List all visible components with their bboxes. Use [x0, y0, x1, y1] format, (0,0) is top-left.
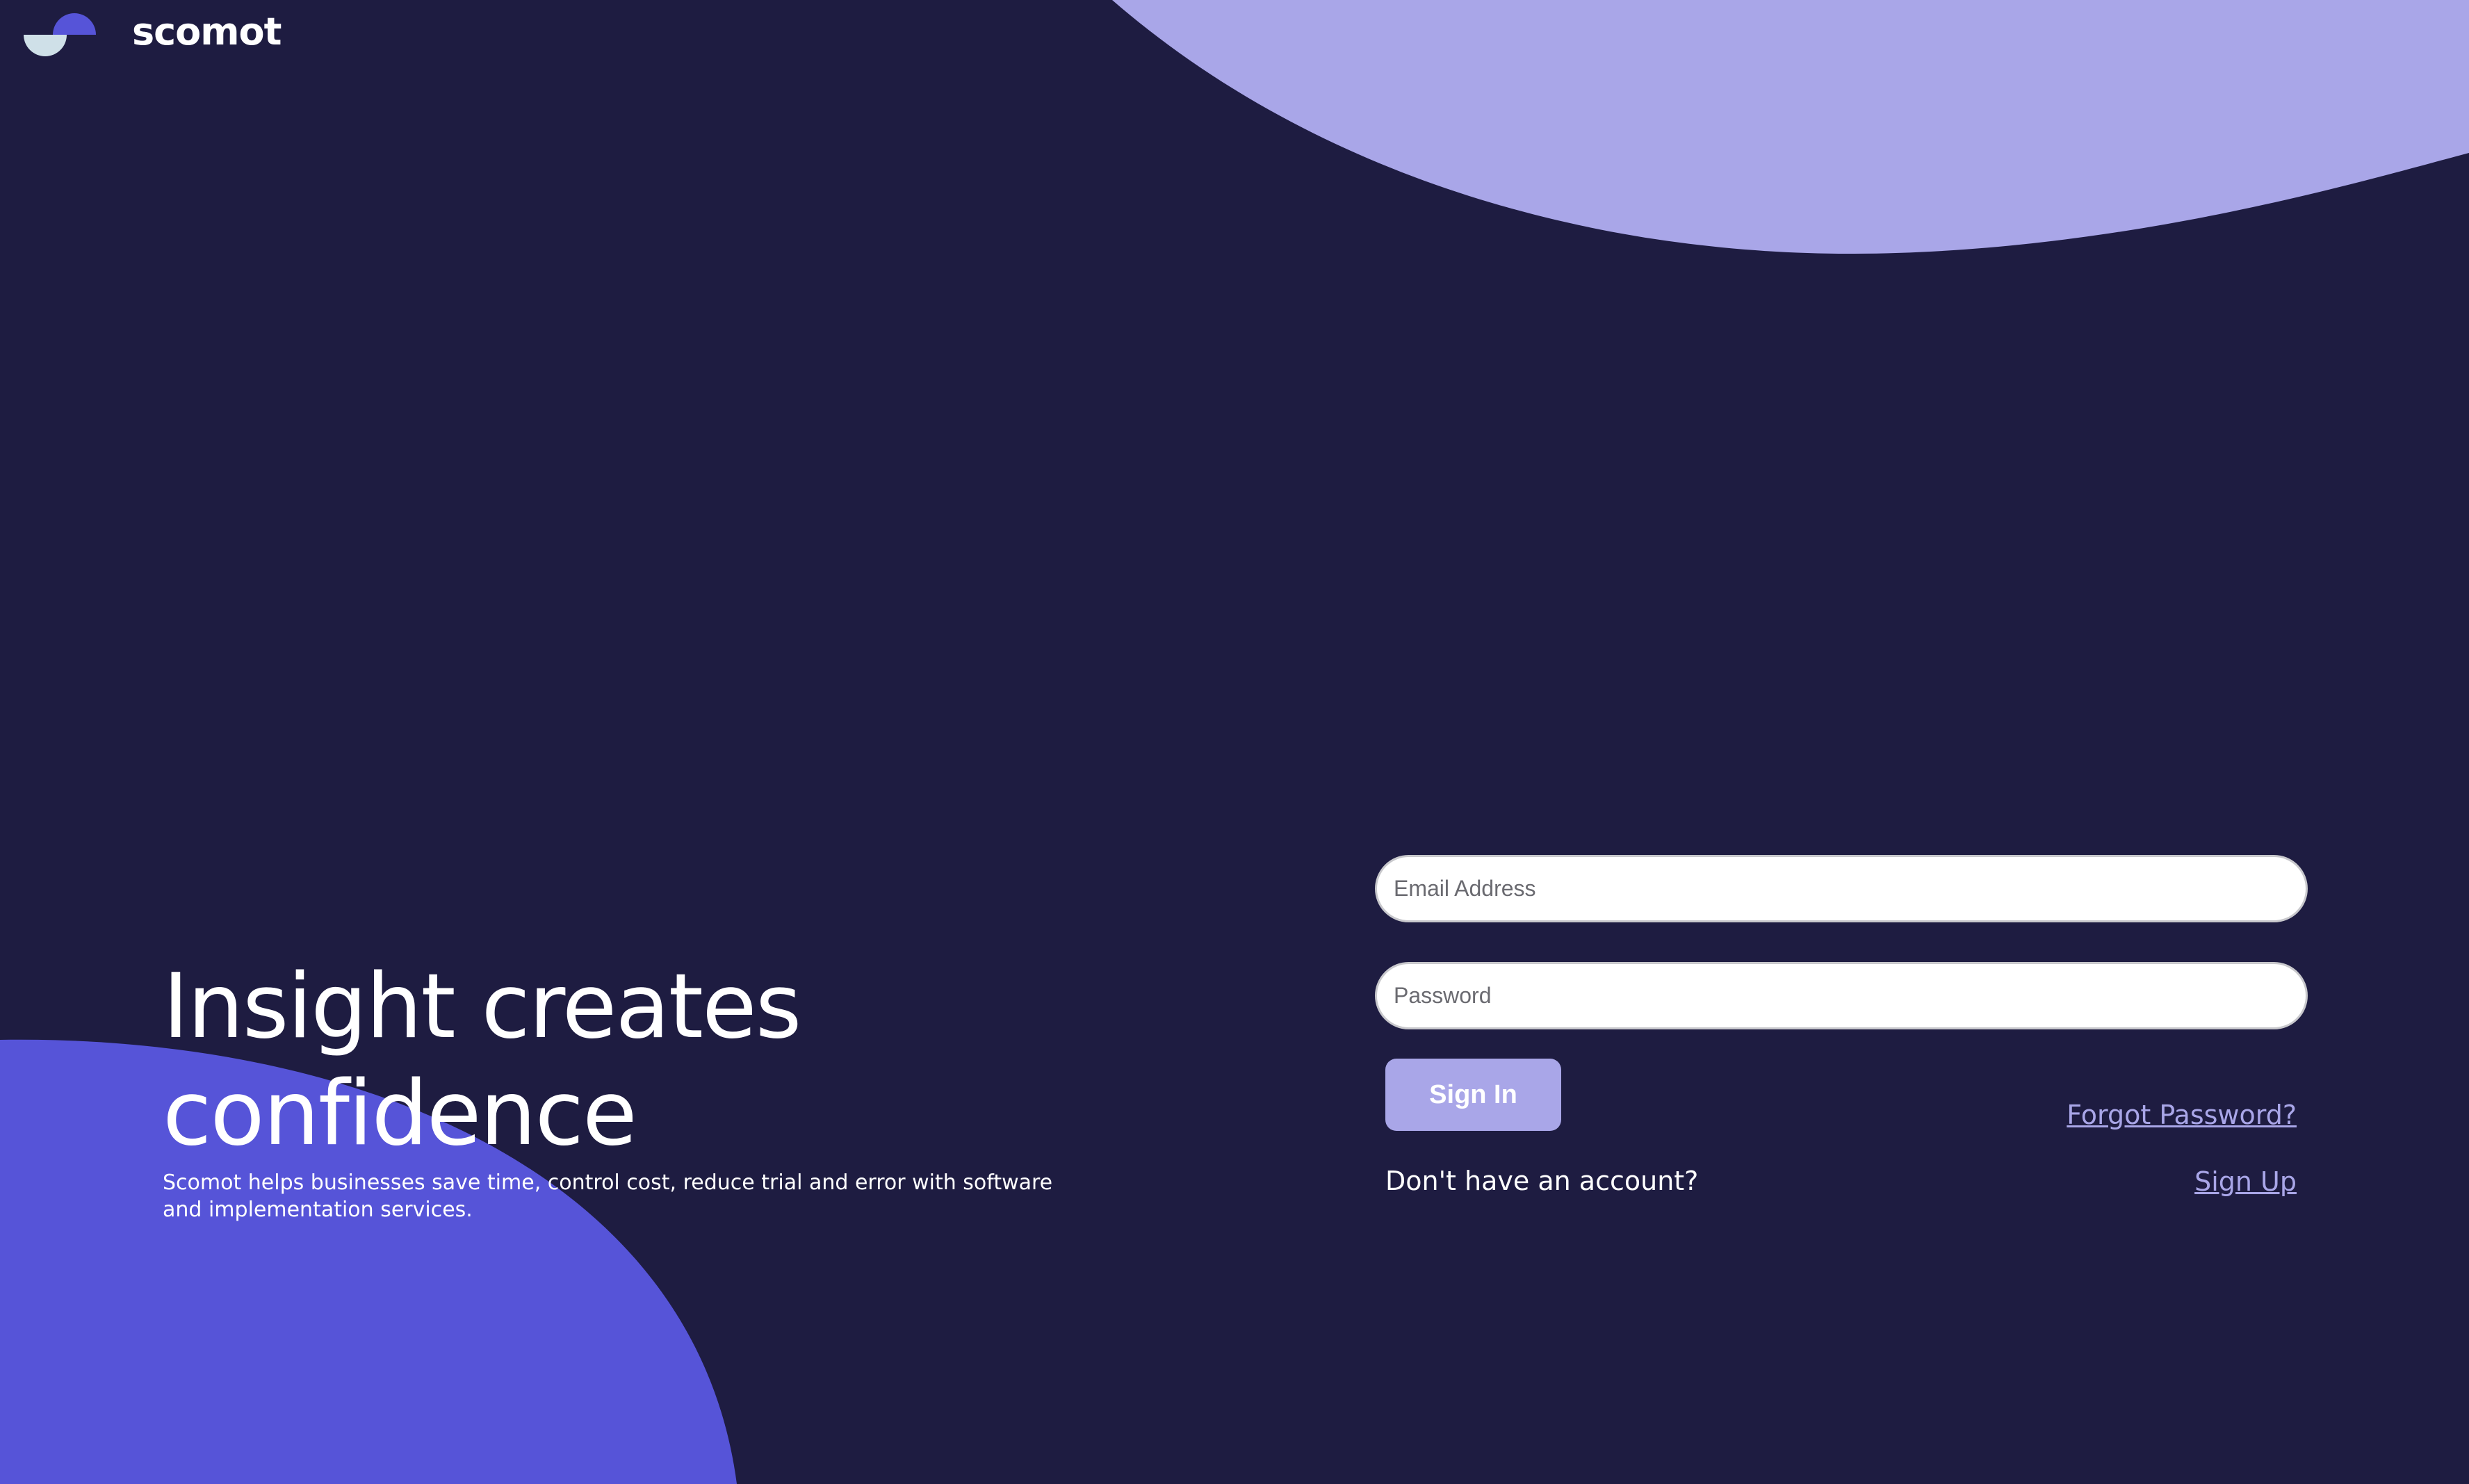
login-form: Sign In Forgot Password? Don't have an a…	[1375, 855, 2308, 1197]
sign-in-button[interactable]: Sign In	[1385, 1059, 1561, 1131]
hero-title: Insight creates confidence	[163, 955, 801, 1166]
sign-up-link[interactable]: Sign Up	[2194, 1166, 2297, 1197]
hero-section: Insight creates confidence Scomot helps …	[163, 954, 1136, 1223]
brand-name: scomot	[132, 10, 282, 54]
password-field[interactable]	[1375, 962, 2308, 1029]
top-right-blob	[1112, 0, 2469, 254]
forgot-password-link[interactable]: Forgot Password?	[2067, 1100, 2297, 1130]
hero-subtitle: Scomot helps businesses save time, contr…	[163, 1171, 1053, 1222]
half-circles-logo-icon	[24, 13, 96, 56]
brand-logo[interactable]: scomot	[22, 10, 282, 58]
no-account-text: Don't have an account?	[1385, 1166, 1699, 1196]
background-decoration	[0, 0, 2469, 1484]
email-field[interactable]	[1375, 855, 2308, 922]
